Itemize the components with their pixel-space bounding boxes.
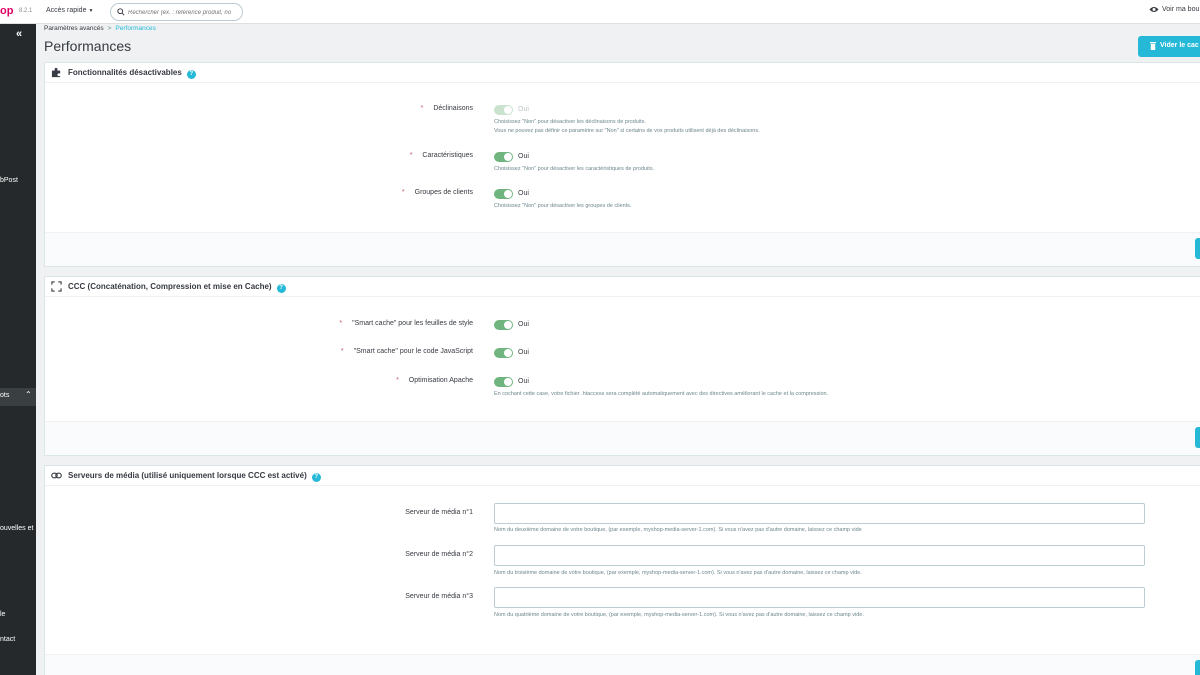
field-hint: Choisissez "Non" pour désactiver les déc…	[494, 119, 646, 125]
sidebar-item-label: le	[0, 611, 6, 618]
media-servers-panel: Serveurs de média (utilisé uniquement lo…	[44, 465, 1200, 675]
caret-down-icon: ▼	[88, 8, 94, 14]
field-label: Serveur de média n°3	[405, 593, 473, 600]
media-server-2-input[interactable]	[494, 545, 1145, 566]
view-shop-label: Voir ma bou	[1162, 6, 1200, 13]
switch-value: Oui	[518, 190, 529, 197]
panel-title-text: CCC (Concaténation, Compression et mise …	[68, 282, 272, 291]
field-label: Serveur de média n°2	[405, 551, 473, 558]
field-label: * Déclinaisons	[420, 105, 473, 112]
panel-header: Fonctionnalités désactivables?	[45, 63, 1200, 83]
sidebar-item-label: ots	[0, 392, 10, 399]
top-bar: op 8.2.1 Accès rapide▼ Voir ma bou	[0, 0, 1200, 24]
customer-groups-switch[interactable]	[494, 189, 513, 199]
sidebar-item-contact[interactable]: ntact	[0, 636, 15, 643]
field-label: Serveur de média n°1	[405, 509, 473, 516]
breadcrumb-separator: >	[107, 25, 112, 32]
help-icon[interactable]: ?	[276, 284, 286, 293]
sidebar-item-le[interactable]: le	[0, 611, 5, 618]
sidebar-item-bpost[interactable]: bPost	[0, 177, 18, 184]
logo[interactable]: op	[0, 5, 13, 17]
sidebar: « bPost ots ⌃ ouvelles et le ntact	[0, 24, 36, 675]
panel-title-text: Serveurs de média (utilisé uniquement lo…	[68, 471, 307, 480]
field-hint: Nom du quatrième domaine de votre boutiq…	[494, 612, 864, 618]
puzzle-icon	[51, 67, 61, 78]
trash-icon	[1150, 42, 1156, 50]
field-label: * "Smart cache" pour les feuilles de styl…	[339, 320, 473, 327]
switch-value: Oui	[518, 106, 529, 113]
switch-value: Oui	[518, 153, 529, 160]
field-label-text: Optimisation Apache	[408, 377, 473, 384]
panel-title: CCC (Concaténation, Compression et mise …	[68, 282, 286, 293]
field-label-text: "Smart cache" pour le code JavaScript	[353, 348, 473, 355]
field-label: * Optimisation Apache	[396, 377, 473, 384]
field-hint: Choisissez "Non" pour désactiver les gro…	[494, 203, 632, 209]
breadcrumb-current[interactable]: Performances	[115, 25, 155, 32]
chevron-up-icon: ⌃	[25, 390, 32, 399]
field-label-text: Déclinaisons	[433, 105, 473, 112]
sidebar-item-news[interactable]: ouvelles et	[0, 525, 33, 532]
link-icon	[51, 472, 62, 479]
sidebar-item-label: bPost	[0, 177, 18, 184]
quick-access-label: Accès rapide	[46, 7, 87, 14]
field-hint: En cochant cette case, votre fichier .ht…	[494, 391, 829, 397]
field-label: * "Smart cache" pour le code JavaScript	[340, 348, 473, 355]
switch-value: Oui	[518, 378, 529, 385]
view-shop-link[interactable]: Voir ma bou	[1149, 6, 1199, 13]
media-server-1-input[interactable]	[494, 503, 1145, 524]
help-icon[interactable]: ?	[186, 70, 196, 79]
panel-title-text: Fonctionnalités désactivables	[68, 68, 182, 77]
smart-cache-js-switch[interactable]	[494, 348, 513, 358]
apache-optimization-switch[interactable]	[494, 377, 513, 387]
field-label: * Groupes de clients	[401, 189, 473, 196]
search-icon	[117, 8, 125, 16]
panel-footer	[45, 654, 1200, 675]
eye-icon	[1149, 7, 1159, 12]
field-label: * Caractéristiques	[409, 152, 473, 159]
help-icon[interactable]: ?	[311, 473, 321, 482]
features-switch[interactable]	[494, 152, 513, 162]
panel-header: CCC (Concaténation, Compression et mise …	[45, 277, 1200, 297]
panel-footer	[45, 421, 1200, 455]
page-title: Performances	[44, 38, 132, 54]
clear-cache-label: Vider le cac	[1160, 42, 1199, 49]
field-hint: Vous ne pouvez pas définir ce paramètre …	[494, 128, 760, 134]
ccc-panel: CCC (Concaténation, Compression et mise …	[44, 276, 1200, 456]
search-box[interactable]	[110, 3, 243, 21]
switch-value: Oui	[518, 321, 529, 328]
combinations-switch	[494, 105, 513, 115]
sidebar-item-label: ouvelles et	[0, 525, 34, 532]
panel-title: Fonctionnalités désactivables?	[68, 68, 196, 79]
field-label-text: "Smart cache" pour les feuilles de style	[352, 320, 473, 327]
breadcrumb-parent[interactable]: Paramètres avancés	[44, 25, 104, 32]
field-label-text: Groupes de clients	[414, 189, 473, 196]
field-hint: Nom du troisième domaine de votre boutiq…	[494, 570, 862, 576]
features-panel: Fonctionnalités désactivables? * Déclinai…	[44, 62, 1200, 267]
field-label-text: Caractéristiques	[422, 152, 473, 159]
search-input[interactable]	[128, 7, 240, 18]
panel-header: Serveurs de média (utilisé uniquement lo…	[45, 466, 1200, 486]
smart-cache-css-switch[interactable]	[494, 320, 513, 330]
panel-title: Serveurs de média (utilisé uniquement lo…	[68, 471, 321, 482]
field-hint: Choisissez "Non" pour désactiver les car…	[494, 166, 655, 172]
sidebar-item-label: ntact	[0, 636, 16, 643]
panel-footer	[45, 232, 1200, 266]
save-button[interactable]	[1195, 660, 1200, 675]
quick-access-dropdown[interactable]: Accès rapide ▼	[46, 7, 93, 14]
field-hint: Nom du deuxième domaine de votre boutiqu…	[494, 527, 862, 533]
breadcrumb: Paramètres avancés > Performances	[44, 25, 156, 32]
version-label: 8.2.1	[19, 8, 33, 14]
media-server-3-input[interactable]	[494, 587, 1145, 608]
collapse-sidebar-icon[interactable]: «	[16, 28, 22, 40]
save-button[interactable]	[1195, 238, 1200, 259]
save-button[interactable]	[1195, 427, 1200, 448]
expand-icon	[51, 281, 62, 292]
switch-value: Oui	[518, 349, 529, 356]
sidebar-item-active[interactable]: ots ⌃	[0, 388, 36, 406]
clear-cache-button[interactable]: Vider le cac	[1138, 36, 1200, 57]
